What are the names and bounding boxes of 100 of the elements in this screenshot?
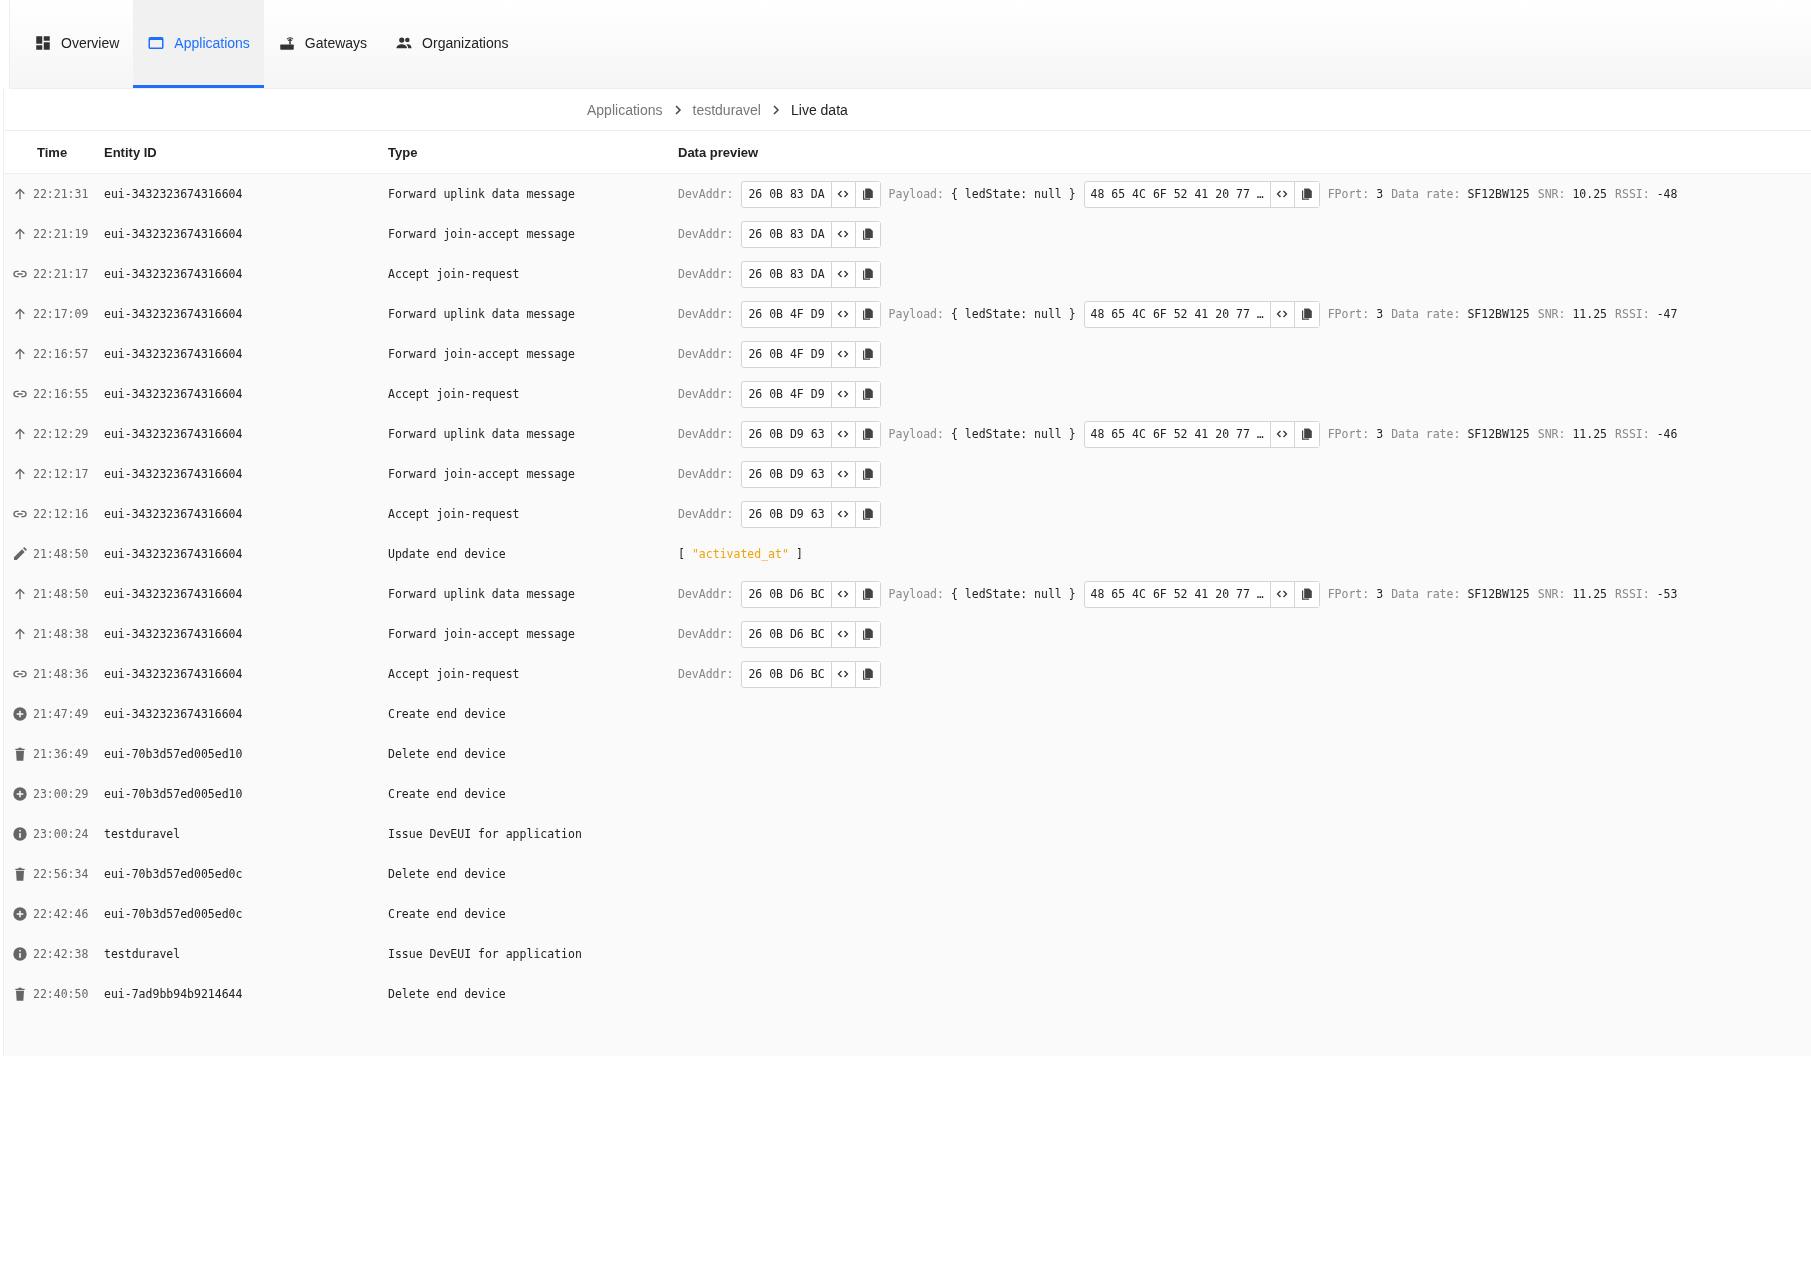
- field-label: SNR:: [1537, 427, 1566, 441]
- field-label: DevAddr:: [678, 227, 734, 241]
- field-label: SNR:: [1537, 307, 1566, 321]
- field-label: Data rate:: [1391, 307, 1461, 321]
- type-cell-text: Create end device: [388, 907, 507, 921]
- trash-icon: [12, 746, 28, 762]
- field-label: RSSI:: [1615, 187, 1650, 201]
- bracket: ]: [795, 547, 803, 561]
- copy-icon: [861, 508, 874, 520]
- copy-icon: [1300, 588, 1313, 600]
- field-value: 3: [1376, 587, 1384, 601]
- entity-id-cell-text: eui-3432323674316604: [104, 427, 244, 441]
- breadcrumb-link[interactable]: testduravel: [692, 101, 761, 118]
- field-label: DevAddr:: [678, 467, 734, 481]
- nav-tab[interactable]: Applications: [133, 0, 264, 88]
- field-value: 26 0B 4F D9: [742, 381, 832, 407]
- type-cell-text: Accept join-request: [388, 267, 521, 281]
- entity-id-cell-text: eui-70b3d57ed005ed10: [104, 747, 244, 761]
- field-label: DevAddr:: [678, 387, 734, 401]
- field-value: 26 0B D9 63: [742, 421, 832, 447]
- grid-icon: [34, 33, 52, 52]
- time-cell: 22:12:17: [33, 467, 89, 481]
- string-value: "activated_at": [691, 547, 789, 561]
- copy-icon: [861, 348, 874, 360]
- copy-icon: [861, 268, 874, 280]
- field-label: DevAddr:: [678, 267, 734, 281]
- nav-tab[interactable]: Gateways: [263, 0, 382, 88]
- field-value: 11.25: [1572, 427, 1608, 441]
- type-cell-text: Delete end device: [388, 987, 507, 1001]
- nav-tab[interactable]: Overview: [20, 0, 134, 88]
- entity-id-cell-text: eui-3432323674316604: [104, 267, 244, 281]
- field-value: -48: [1656, 187, 1678, 201]
- copy-icon: [861, 428, 874, 440]
- field-label: Payload:: [888, 307, 944, 321]
- field-label: Data rate:: [1391, 187, 1461, 201]
- field-label: Data rate:: [1391, 427, 1461, 441]
- entity-id-cell-text: testduravel: [104, 947, 182, 961]
- field-label: DevAddr:: [678, 587, 734, 601]
- field-value: 3: [1376, 187, 1384, 201]
- field-value: -46: [1656, 427, 1678, 441]
- copy-icon: [861, 628, 874, 640]
- copy-icon: [861, 388, 874, 400]
- field-value: 10.25: [1572, 187, 1608, 201]
- time-cell: 21:36:49: [33, 747, 89, 761]
- time-cell: 22:16:55: [33, 387, 89, 401]
- type-cell-text: Delete end device: [388, 867, 507, 881]
- time-cell: 23:00:29: [33, 787, 89, 801]
- field-label: DevAddr:: [678, 427, 734, 441]
- field-label: Data rate:: [1391, 587, 1461, 601]
- field-value: -47: [1656, 307, 1678, 321]
- copy-icon: [861, 188, 874, 200]
- copy-icon: [1300, 308, 1313, 320]
- column-header: Data preview: [678, 144, 760, 160]
- copy-icon: [861, 228, 874, 240]
- entity-id-cell-text: eui-3432323674316604: [104, 627, 244, 641]
- nav-tab[interactable]: Organizations: [381, 0, 523, 88]
- field-label: FPort:: [1327, 187, 1370, 201]
- time-cell: 22:12:16: [33, 507, 89, 521]
- field-label: DevAddr:: [678, 627, 734, 641]
- time-cell: 21:48:36: [33, 667, 89, 681]
- field-value: { ledState: null }: [950, 427, 1076, 441]
- time-cell: 22:12:29: [33, 427, 89, 441]
- entity-id-cell-text: eui-3432323674316604: [104, 547, 244, 561]
- copy-icon: [861, 468, 874, 480]
- field-value: 48 65 4C 6F 52 41 20 77 …: [1084, 421, 1271, 447]
- code-icon: [837, 308, 850, 320]
- field-label: SNR:: [1537, 187, 1566, 201]
- type-cell-text: Forward uplink data message: [388, 587, 576, 601]
- field-value: 48 65 4C 6F 52 41 20 77 …: [1084, 581, 1271, 607]
- code-icon: [837, 268, 850, 280]
- time-cell: 21:48:50: [33, 587, 89, 601]
- type-cell-text: Accept join-request: [388, 667, 521, 681]
- entity-id-cell-text: eui-70b3d57ed005ed0c: [104, 907, 244, 921]
- field-label: SNR:: [1537, 587, 1566, 601]
- entity-id-cell-text: eui-70b3d57ed005ed10: [104, 787, 244, 801]
- code-icon: [837, 588, 850, 600]
- type-cell-text: Forward join-accept message: [388, 227, 576, 241]
- field-value: 26 0B D9 63: [742, 461, 832, 487]
- type-cell-text: Forward uplink data message: [388, 427, 576, 441]
- field-value: 26 0B 83 DA: [742, 221, 832, 247]
- type-cell-text: Forward join-accept message: [388, 467, 576, 481]
- copy-icon: [861, 588, 874, 600]
- field-value: 48 65 4C 6F 52 41 20 77 …: [1084, 181, 1271, 207]
- breadcrumb-link[interactable]: Applications: [587, 101, 663, 118]
- entity-id-cell-text: testduravel: [104, 827, 182, 841]
- time-cell: 23:00:24: [33, 827, 89, 841]
- field-value: 26 0B D6 BC: [742, 581, 832, 607]
- field-label: Payload:: [888, 427, 944, 441]
- field-label: DevAddr:: [678, 507, 734, 521]
- info-icon: [12, 826, 28, 842]
- chevron-icon: [770, 103, 782, 116]
- field-label: DevAddr:: [678, 307, 734, 321]
- copy-icon: [1300, 188, 1313, 200]
- entity-id-cell-text: eui-3432323674316604: [104, 347, 244, 361]
- field-value: 11.25: [1572, 307, 1608, 321]
- type-cell-text: Forward join-accept message: [388, 347, 576, 361]
- time-cell: 21:48:50: [33, 547, 89, 561]
- field-label: DevAddr:: [678, 187, 734, 201]
- field-value: 26 0B D6 BC: [742, 661, 832, 687]
- time-cell: 22:21:17: [33, 267, 89, 281]
